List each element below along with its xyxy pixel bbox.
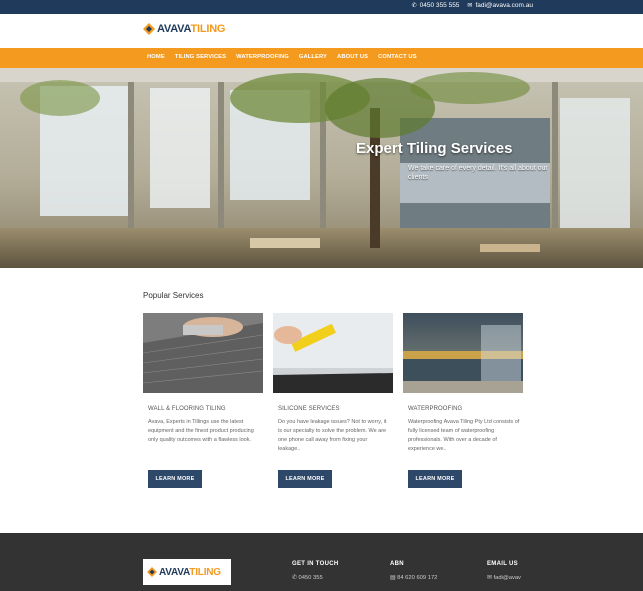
waterproofing-image: [403, 313, 523, 393]
footer-heading: GET IN TOUCH: [292, 561, 339, 567]
logo-diamond-icon: [147, 567, 157, 577]
phone-icon: ✆: [411, 3, 417, 9]
learn-more-button[interactable]: LEARN MORE: [408, 470, 462, 488]
footer-heading: EMAIL US: [487, 561, 518, 567]
logo-wordmark: AVAVATILING: [157, 23, 226, 35]
footer-logo[interactable]: AVAVATILING: [143, 559, 231, 585]
footer-abn: ABN ▤ 84 620 609 172: [390, 560, 440, 582]
hero-title: Expert Tiling Services: [356, 140, 513, 157]
document-icon: ▤: [390, 575, 396, 581]
service-card-description: Avava, Experts in Tillings use the lates…: [148, 419, 254, 443]
top-phone-link[interactable]: ✆ 0450 355 555: [412, 2, 460, 9]
service-card-waterproofing: WATERPROOFING Waterproofing Avava Tiling…: [403, 313, 523, 488]
nav-item-gallery[interactable]: GALLERY: [299, 54, 327, 60]
phone-icon: ✆: [292, 575, 297, 581]
nav-item-contact-us[interactable]: CONTACT US: [378, 54, 417, 60]
envelope-icon: ✉: [467, 3, 473, 9]
footer-get-in-touch: GET IN TOUCH ✆ 0450 355: [292, 560, 342, 582]
tiling-image: [143, 313, 263, 393]
nav-item-waterproofing[interactable]: WATERPROOFING: [236, 54, 289, 60]
nav-item-about-us[interactable]: ABOUT US: [337, 54, 368, 60]
footer-email: EMAIL US ✉ fadi@avav: [487, 560, 547, 582]
top-email-link[interactable]: ✉ fadi@avava.com.au: [467, 2, 533, 9]
footer-heading: ABN: [390, 561, 404, 567]
site-header: AVAVATILING: [0, 14, 643, 48]
hero-banner: Expert Tiling Services We take care of e…: [0, 68, 643, 268]
nav-item-tiling-services[interactable]: TILING SERVICES: [175, 54, 226, 60]
service-card-title: SILICONE SERVICES: [278, 406, 340, 412]
nav-item-home[interactable]: HOME: [147, 54, 165, 60]
top-contact-info: ✆ 0450 355 555 ✉ fadi@avava.com.au: [412, 2, 533, 9]
silicone-image: [273, 313, 393, 393]
hero-subtitle: We take care of every detail. It's all a…: [408, 165, 548, 181]
popular-services-heading: Popular Services: [143, 291, 204, 300]
footer-abn-value: ▤ 84 620 609 172: [390, 575, 438, 581]
footer-logo-wordmark: AVAVATILING: [159, 566, 221, 578]
service-card-silicone: SILICONE SERVICES Do you have leakage is…: [273, 313, 393, 488]
learn-more-button[interactable]: LEARN MORE: [278, 470, 332, 488]
service-card-title: WALL & FLOORING TILING: [148, 406, 226, 412]
footer-phone[interactable]: ✆ 0450 355: [292, 574, 342, 582]
top-contact-bar: ✆ 0450 355 555 ✉ fadi@avava.com.au: [0, 0, 643, 14]
site-footer: AVAVATILING GET IN TOUCH ✆ 0450 355 ABN …: [0, 533, 643, 591]
service-card-wall-flooring: WALL & FLOORING TILING Avava, Experts in…: [143, 313, 263, 488]
service-card-title: WATERPROOFING: [408, 406, 463, 412]
learn-more-button[interactable]: LEARN MORE: [148, 470, 202, 488]
logo-diamond-icon: [143, 23, 155, 35]
top-phone-text: 0450 355 555: [419, 2, 460, 9]
main-nav: HOME TILING SERVICES WATERPROOFING GALLE…: [0, 48, 643, 68]
site-logo[interactable]: AVAVATILING: [143, 23, 225, 35]
envelope-icon: ✉: [487, 575, 492, 581]
service-card-description: Waterproofing Avava Tiling Pty Ltd consi…: [408, 419, 520, 452]
footer-email-link[interactable]: ✉ fadi@avav: [487, 574, 547, 582]
top-email-text: fadi@avava.com.au: [475, 2, 533, 9]
service-card-description: Do you have leakage issues? Not to worry…: [278, 419, 387, 452]
